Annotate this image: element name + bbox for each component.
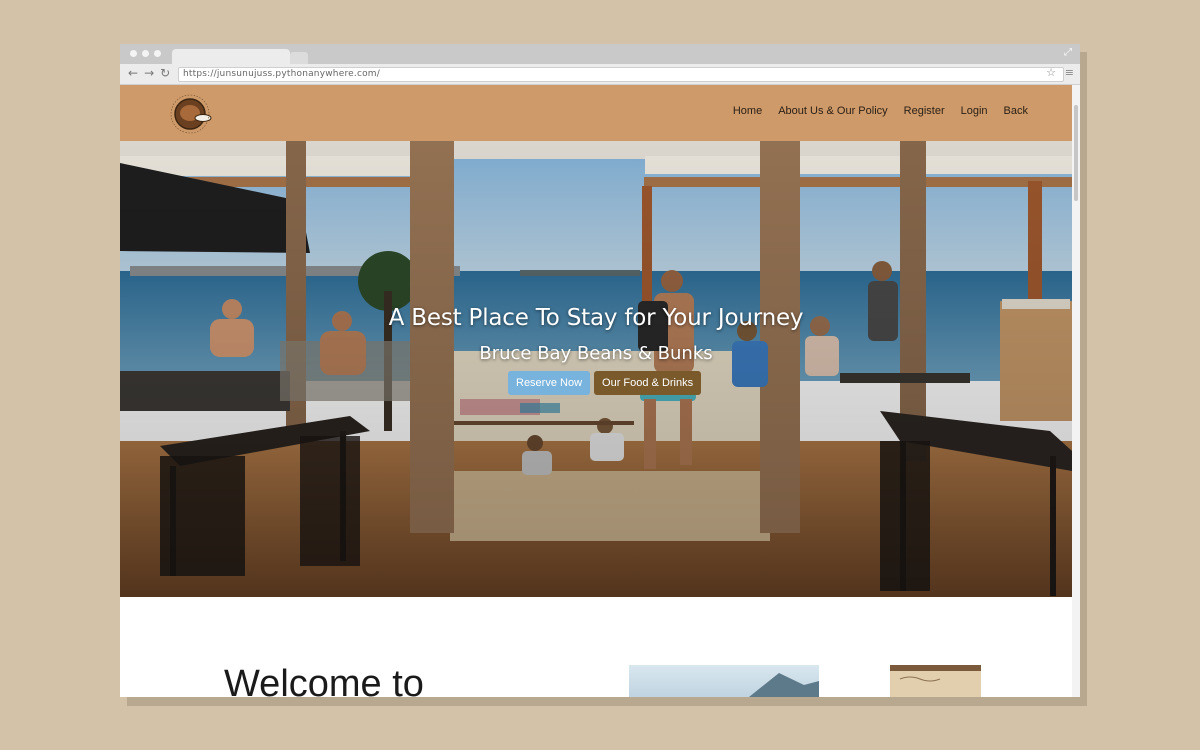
new-tab-button[interactable] bbox=[290, 52, 308, 64]
nav-back[interactable]: Back bbox=[1004, 105, 1028, 117]
food-drinks-button[interactable]: Our Food & Drinks bbox=[594, 371, 702, 395]
mountain-image bbox=[629, 665, 819, 697]
hamburger-menu-icon[interactable]: ≡ bbox=[1065, 66, 1074, 79]
arrow-left-icon[interactable]: ← bbox=[128, 66, 138, 80]
welcome-section: Welcome to bbox=[120, 597, 1072, 697]
star-icon[interactable]: ☆ bbox=[1046, 66, 1056, 79]
nav-home[interactable]: Home bbox=[733, 105, 762, 117]
expand-icon[interactable]: ⤢ bbox=[1064, 47, 1072, 58]
browser-tab-bar: ⤢ bbox=[120, 44, 1080, 64]
browser-toolbar: ← → ↻ https://junsunujuss.pythonanywhere… bbox=[120, 64, 1080, 85]
minimize-dot[interactable] bbox=[142, 50, 149, 57]
nav-register[interactable]: Register bbox=[904, 105, 945, 117]
maximize-dot[interactable] bbox=[154, 50, 161, 57]
nav-about[interactable]: About Us & Our Policy bbox=[778, 105, 887, 117]
close-dot[interactable] bbox=[130, 50, 137, 57]
address-bar[interactable]: https://junsunujuss.pythonanywhere.com/ bbox=[178, 67, 1064, 82]
site-navbar: Home About Us & Our Policy Register Logi… bbox=[120, 85, 1072, 141]
hero-photo bbox=[120, 141, 1072, 597]
welcome-heading: Welcome to bbox=[224, 663, 424, 697]
scroll-thumb[interactable] bbox=[1074, 105, 1078, 201]
reload-icon[interactable]: ↻ bbox=[160, 66, 170, 80]
scrollbar[interactable] bbox=[1072, 85, 1080, 697]
menu-board-image bbox=[890, 665, 981, 697]
window-controls bbox=[130, 50, 161, 57]
browser-window: ⤢ ← → ↻ https://junsunujuss.pythonanywhe… bbox=[120, 44, 1080, 697]
hero-buttons: Reserve Now Our Food & Drinks bbox=[508, 371, 702, 395]
arrow-right-icon[interactable]: → bbox=[144, 66, 154, 80]
web-page: Home About Us & Our Policy Register Logi… bbox=[120, 85, 1072, 697]
hero-section: A Best Place To Stay for Your Journey Br… bbox=[120, 141, 1072, 597]
hero-subtitle: Bruce Bay Beans & Bunks bbox=[479, 343, 713, 364]
reserve-now-button[interactable]: Reserve Now bbox=[508, 371, 591, 395]
logo[interactable] bbox=[168, 92, 212, 136]
nav-links: Home About Us & Our Policy Register Logi… bbox=[733, 105, 1028, 117]
browser-tab[interactable] bbox=[172, 49, 290, 64]
hero-title: A Best Place To Stay for Your Journey bbox=[388, 305, 804, 331]
nav-login[interactable]: Login bbox=[961, 105, 988, 117]
